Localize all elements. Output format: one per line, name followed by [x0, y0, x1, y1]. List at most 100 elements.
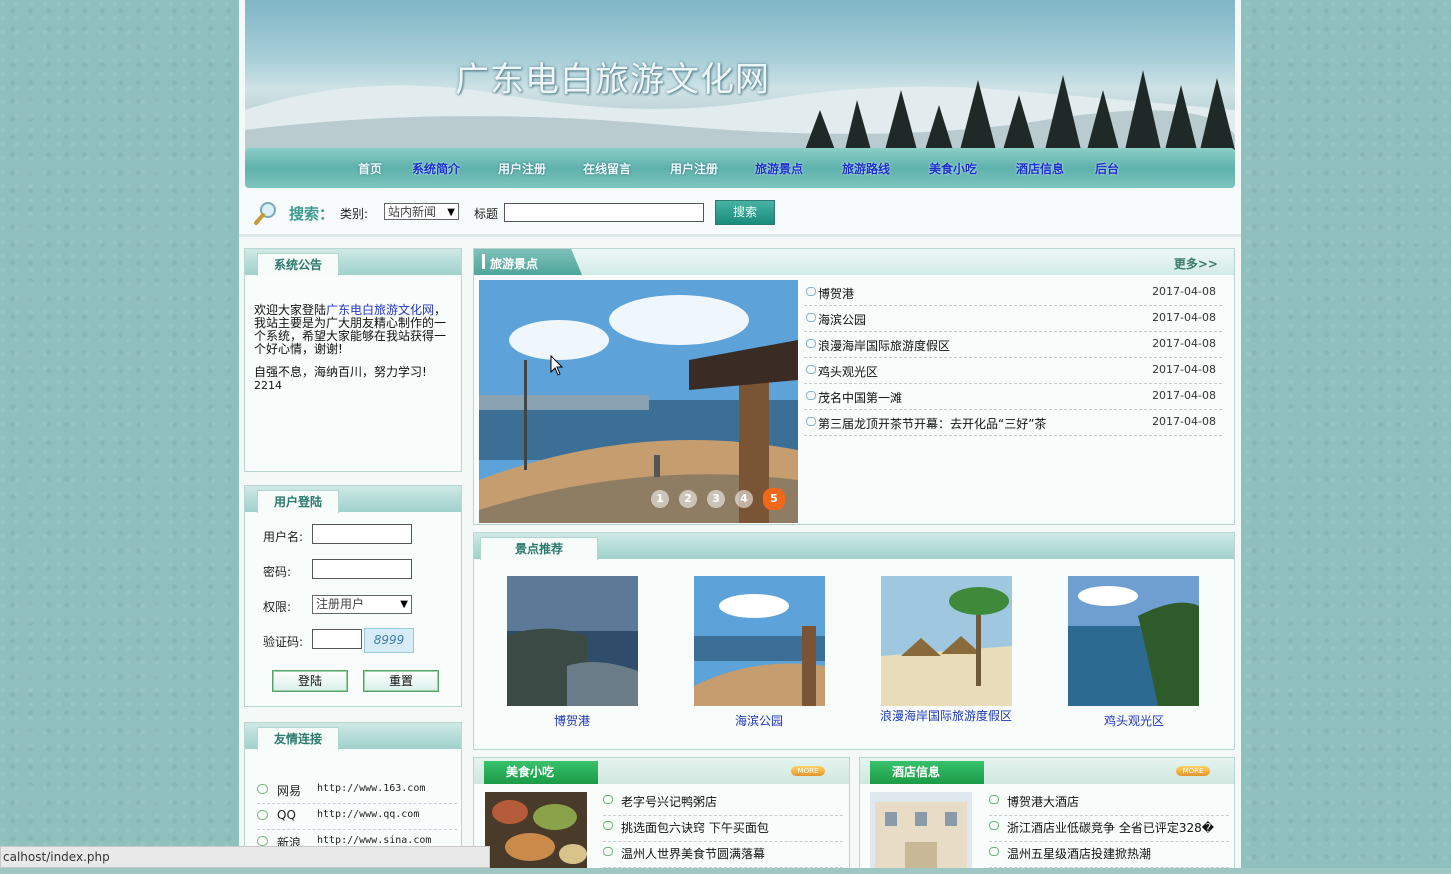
scenic-more-link[interactable]: 更多>>: [1174, 255, 1218, 272]
bullet-icon: [603, 821, 613, 830]
nav-about[interactable]: 系统简介: [412, 160, 460, 177]
scenic-news-title: 博贺港: [818, 287, 855, 301]
hotel-item-title: 温州五星级酒店投建掀热潮: [1007, 847, 1152, 861]
slide-dot[interactable]: 3: [707, 490, 725, 508]
nav-register[interactable]: 用户注册: [498, 160, 546, 177]
recommend-thumb[interactable]: [881, 576, 1012, 706]
links-title: 友情连接: [257, 727, 340, 750]
recommend-caption[interactable]: 鸡头观光区: [1064, 715, 1204, 728]
link-item[interactable]: QQ http://www.qq.com: [257, 805, 457, 830]
recommend-thumb[interactable]: [694, 576, 825, 706]
hotel-item-title: 浙江酒店业低碳竞争 全省已评定328�: [1007, 821, 1215, 835]
recommend-thumb[interactable]: [507, 576, 638, 706]
title-label: 标题: [474, 207, 499, 221]
hotel-item[interactable]: 博贺港大酒店: [989, 789, 1229, 816]
reset-button[interactable]: 重置: [363, 670, 439, 692]
food-title: 美食小吃: [484, 761, 598, 784]
captcha-input[interactable]: [312, 629, 362, 649]
recommend-caption[interactable]: 博贺港: [502, 715, 642, 728]
food-header: 美食小吃 MORE: [474, 758, 849, 784]
bullet-icon: [989, 795, 999, 804]
scenic-news-title: 茂名中国第一滩: [818, 391, 903, 405]
nav-home[interactable]: 首页: [358, 160, 382, 177]
notice-panel: 系统公告 欢迎大家登陆广东电白旅游文化网，我站主要是为广大朋友精心制作的一个系统…: [244, 248, 462, 472]
link-url: http://www.sina.com: [317, 835, 432, 846]
notice-motto: 自强不息，海纳百川，努力学习!: [254, 365, 427, 379]
scenic-news-row[interactable]: 博贺港 2017-04-08: [804, 280, 1222, 306]
scenic-news-row[interactable]: 茂名中国第一滩 2017-04-08: [804, 384, 1222, 410]
recommend-header: 景点推荐: [474, 533, 1234, 560]
login-header: 用户登陆: [245, 486, 461, 513]
recommend-caption[interactable]: 海滨公园: [689, 715, 829, 728]
nav-scenic[interactable]: 旅游景点: [755, 160, 803, 177]
scenic-news-row[interactable]: 海滨公园 2017-04-08: [804, 306, 1222, 332]
scenic-news-row[interactable]: 第三届龙顶开茶节开幕：去开化品“三好”茶 2017-04-08: [804, 410, 1222, 436]
scenic-slideshow-image[interactable]: [479, 280, 798, 523]
scenic-news-title: 鸡头观光区: [818, 365, 879, 379]
link-name: QQ: [277, 808, 296, 822]
food-panel: 美食小吃 MORE 老字号兴记鸭粥店 挑选面包六诀窍 下午买面包 温州人世界美食…: [473, 757, 850, 874]
nav-guestbook[interactable]: 在线留言: [583, 160, 631, 177]
slide-dot[interactable]: 4: [735, 490, 753, 508]
link-item[interactable]: 网易 http://www.163.com: [257, 779, 457, 804]
login-button[interactable]: 登陆: [272, 670, 348, 692]
search-button[interactable]: 搜索: [715, 200, 775, 225]
role-select[interactable]: 注册用户 ▼: [312, 595, 412, 614]
password-input[interactable]: [312, 559, 412, 579]
link-url: http://www.163.com: [317, 783, 426, 794]
scenic-header: 旅游景点 更多>>: [474, 249, 1234, 275]
notice-body: 欢迎大家登陆广东电白旅游文化网，我站主要是为广大朋友精心制作的一个系统，希望大家…: [254, 303, 454, 393]
hotel-item[interactable]: 浙江酒店业低碳竞争 全省已评定328�: [989, 815, 1229, 842]
notice-site-link[interactable]: 广东电白旅游文化网: [326, 303, 434, 317]
chevron-down-icon: ▼: [400, 599, 408, 610]
slide-dot-active[interactable]: 5: [763, 488, 785, 510]
slide-dot[interactable]: 2: [679, 490, 697, 508]
category-select[interactable]: 站内新闻 ▼: [384, 203, 459, 220]
category-label: 类别:: [340, 207, 369, 221]
bullet-icon: [257, 810, 268, 820]
food-item-title: 挑选面包六诀窍 下午买面包: [621, 821, 769, 835]
recommend-thumb[interactable]: [1068, 576, 1199, 706]
slide-dot[interactable]: 1: [651, 490, 669, 508]
scenic-title: 旅游景点: [490, 257, 539, 271]
food-item[interactable]: 挑选面包六诀窍 下午买面包: [603, 815, 843, 842]
food-more-button[interactable]: MORE: [791, 766, 825, 776]
nav-admin[interactable]: 后台: [1095, 160, 1119, 177]
nav-register-2[interactable]: 用户注册: [670, 160, 718, 177]
username-label: 用户名:: [263, 530, 304, 544]
mouse-cursor-icon: [550, 355, 564, 376]
search-label: 搜索：: [289, 205, 335, 223]
food-item[interactable]: 老字号兴记鸭粥店: [603, 789, 843, 816]
food-item[interactable]: 温州人世界美食节圆满落幕: [603, 841, 843, 868]
hotel-title: 酒店信息: [870, 761, 984, 784]
hotel-more-button[interactable]: MORE: [1176, 766, 1210, 776]
recommend-caption[interactable]: 浪漫海岸国际旅游度假区: [876, 710, 1016, 723]
login-panel: 用户登陆 用户名: 密码: 权限: 注册用户 ▼ 验证码: 8999 登陆 重置: [244, 485, 462, 707]
bullet-icon: [806, 417, 816, 426]
bullet-icon: [257, 784, 268, 794]
main-nav: 首页 系统简介 用户注册 在线留言 用户注册 旅游景点 旅游路线 美食小吃 酒店…: [245, 148, 1235, 188]
bullet-icon: [989, 847, 999, 856]
scenic-news-date: 2017-04-08: [1152, 415, 1216, 428]
scenic-news-row[interactable]: 鸡头观光区 2017-04-08: [804, 358, 1222, 384]
scenic-news-title: 海滨公园: [818, 313, 867, 327]
magnifier-icon: [254, 202, 276, 225]
nav-routes[interactable]: 旅游路线: [842, 160, 890, 177]
tab-marker: [482, 254, 485, 269]
username-input[interactable]: [312, 524, 412, 544]
scenic-news-date: 2017-04-08: [1152, 285, 1216, 298]
hotel-item[interactable]: 温州五星级酒店投建掀热潮: [989, 841, 1229, 868]
role-label: 权限:: [263, 600, 292, 614]
scenic-news-date: 2017-04-08: [1152, 363, 1216, 376]
links-header: 友情连接: [245, 723, 461, 750]
title-search-input[interactable]: [504, 203, 704, 222]
nav-food[interactable]: 美食小吃: [929, 160, 977, 177]
scenic-news-row[interactable]: 浪漫海岸国际旅游度假区 2017-04-08: [804, 332, 1222, 358]
site-title: 广东电白旅游文化网: [455, 60, 770, 100]
scenic-news-date: 2017-04-08: [1152, 389, 1216, 402]
link-url: http://www.qq.com: [317, 809, 420, 820]
nav-hotels[interactable]: 酒店信息: [1016, 160, 1064, 177]
page-container: 广东电白旅游文化网 首页 系统简介 用户注册 在线留言 用户注册 旅游景点 旅游…: [239, 0, 1241, 874]
food-item-title: 温州人世界美食节圆满落幕: [621, 847, 766, 861]
login-title: 用户登陆: [257, 490, 340, 513]
